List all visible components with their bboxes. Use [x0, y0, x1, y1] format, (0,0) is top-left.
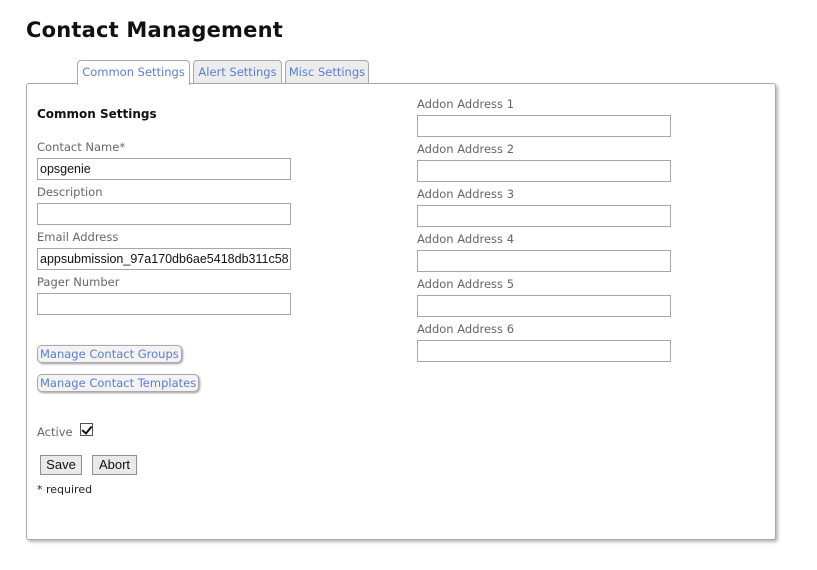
tab-common-settings[interactable]: Common Settings — [77, 60, 190, 85]
manage-contact-groups-button[interactable]: Manage Contact Groups — [37, 345, 182, 363]
active-checkbox[interactable] — [80, 423, 93, 436]
addon-address-2-label: Addon Address 2 — [417, 142, 515, 156]
save-button[interactable]: Save — [40, 455, 82, 475]
addon-address-6-label: Addon Address 6 — [417, 322, 515, 336]
description-label: Description — [37, 185, 103, 199]
addon-address-6-input[interactable] — [417, 340, 671, 362]
section-heading: Common Settings — [37, 107, 157, 121]
addon-address-5-input[interactable] — [417, 295, 671, 317]
email-address-input[interactable] — [37, 248, 291, 270]
tab-alert-settings[interactable]: Alert Settings — [193, 60, 282, 83]
tab-misc-settings[interactable]: Misc Settings — [285, 60, 369, 83]
pager-number-input[interactable] — [37, 293, 291, 315]
active-label: Active — [37, 425, 73, 439]
required-note: * required — [37, 483, 93, 496]
addon-address-3-input[interactable] — [417, 205, 671, 227]
addon-address-3-label: Addon Address 3 — [417, 187, 515, 201]
contact-name-label: Contact Name* — [37, 140, 126, 154]
pager-number-label: Pager Number — [37, 275, 120, 289]
addon-address-1-label: Addon Address 1 — [417, 97, 515, 111]
contact-name-input[interactable] — [37, 158, 291, 180]
addon-address-5-label: Addon Address 5 — [417, 277, 515, 291]
addon-address-4-input[interactable] — [417, 250, 671, 272]
manage-contact-templates-button[interactable]: Manage Contact Templates — [37, 374, 200, 392]
page-title: Contact Management — [26, 18, 283, 42]
abort-button[interactable]: Abort — [92, 455, 137, 475]
description-input[interactable] — [37, 203, 291, 225]
addon-address-2-input[interactable] — [417, 160, 671, 182]
addon-address-4-label: Addon Address 4 — [417, 232, 515, 246]
email-address-label: Email Address — [37, 230, 119, 244]
addon-address-1-input[interactable] — [417, 115, 671, 137]
